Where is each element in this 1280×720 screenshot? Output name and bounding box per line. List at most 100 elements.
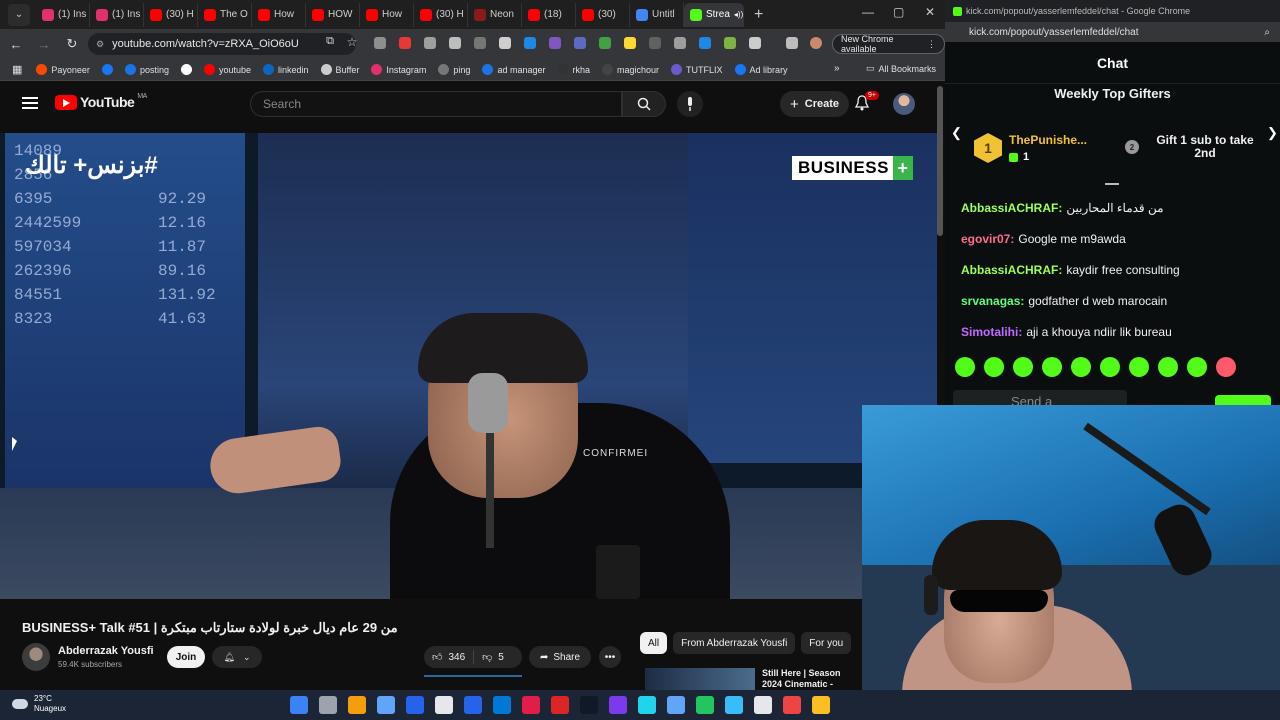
tab-search-button[interactable]: ⌄ xyxy=(8,3,30,26)
filter-chip[interactable]: From Abderrazak Yousfi xyxy=(673,632,796,654)
taskbar-app-icon[interactable] xyxy=(290,696,308,714)
emote-icon[interactable] xyxy=(1216,357,1236,377)
taskbar-app-icon[interactable] xyxy=(783,696,801,714)
taskbar-app-icon[interactable] xyxy=(348,696,366,714)
emote-icon[interactable] xyxy=(1129,357,1149,377)
bookmark-item[interactable]: rkha xyxy=(557,64,590,75)
chat-username[interactable]: Simotalihi: xyxy=(961,325,1022,339)
apps-grid-icon[interactable]: ▦ xyxy=(12,63,22,76)
bookmark-item[interactable]: Payoneer xyxy=(36,64,90,75)
zoom-icon[interactable]: ⌕ xyxy=(1264,27,1270,38)
extension-icon[interactable] xyxy=(424,37,436,49)
browser-tab[interactable]: The O xyxy=(198,2,252,27)
browser-tab[interactable]: Strea◂))✕ xyxy=(684,2,744,27)
menu-icon[interactable] xyxy=(22,97,38,109)
side-panel-icon[interactable] xyxy=(786,37,798,49)
account-avatar[interactable] xyxy=(893,93,915,115)
browser-tab[interactable]: HOW xyxy=(306,2,360,27)
search-input[interactable]: Search xyxy=(250,91,622,117)
subscription-bell-button[interactable]: 🔔︎ ⌄ xyxy=(212,646,262,668)
emote-icon[interactable] xyxy=(1042,357,1062,377)
bookmark-item[interactable]: posting xyxy=(124,64,169,75)
search-button[interactable] xyxy=(622,91,666,117)
extension-icon[interactable] xyxy=(399,37,411,49)
extensions-puzzle-icon[interactable] xyxy=(749,37,761,49)
extension-icon[interactable] xyxy=(574,37,586,49)
channel-avatar[interactable] xyxy=(22,643,50,671)
taskbar-app-icon[interactable] xyxy=(754,696,772,714)
bookmark-item[interactable]: Buffer xyxy=(320,64,359,75)
taskbar-app-icon[interactable] xyxy=(580,696,598,714)
chat-username[interactable]: egovir07: xyxy=(961,232,1014,246)
reload-icon[interactable]: ↻ xyxy=(60,36,84,52)
taskbar-app-icon[interactable] xyxy=(377,696,395,714)
bookmark-item[interactable]: Instagram xyxy=(371,64,426,75)
browser-tab[interactable]: (30) H xyxy=(144,2,198,27)
taskbar-app-icon[interactable] xyxy=(551,696,569,714)
minimize-icon[interactable]: — xyxy=(862,5,874,19)
profile-icon[interactable] xyxy=(810,37,822,49)
bookmark-item[interactable] xyxy=(101,64,113,75)
more-actions-icon[interactable]: ••• xyxy=(599,646,621,668)
dislike-button[interactable]: 👎︎ 5 xyxy=(474,651,512,664)
create-button[interactable]: + Create xyxy=(780,91,850,117)
recommended-thumbnail[interactable] xyxy=(645,668,755,690)
taskbar-app-icon[interactable] xyxy=(406,696,424,714)
taskbar-app-icon[interactable] xyxy=(319,696,337,714)
bookmark-item[interactable] xyxy=(180,64,192,75)
chat-username[interactable]: AbbassiACHRAF: xyxy=(961,201,1062,215)
voice-search-button[interactable] xyxy=(677,91,703,117)
chat-username[interactable]: AbbassiACHRAF: xyxy=(961,263,1062,277)
bookmark-item[interactable]: TUTFLIX xyxy=(671,64,723,75)
taskbar-app-icon[interactable] xyxy=(609,696,627,714)
update-chrome-button[interactable]: New Chrome available ⋮ xyxy=(832,34,945,54)
emote-icon[interactable] xyxy=(1187,357,1207,377)
chat-username[interactable]: srvanagas: xyxy=(961,294,1024,308)
bookmark-item[interactable]: magichour xyxy=(602,64,659,75)
browser-tab[interactable]: How xyxy=(252,2,306,27)
emote-icon[interactable] xyxy=(984,357,1004,377)
like-button[interactable]: 👍︎ 346 xyxy=(424,650,475,664)
omnibox[interactable]: ⚙ youtube.com/watch?v=zRXA_OiO6oU xyxy=(88,33,356,55)
taskbar-app-icon[interactable] xyxy=(522,696,540,714)
extension-icon[interactable] xyxy=(549,37,561,49)
chevron-left-icon[interactable]: ❮ xyxy=(951,125,962,141)
chevron-right-icon[interactable]: ❯ xyxy=(1267,125,1278,141)
taskbar-app-icon[interactable] xyxy=(696,696,714,714)
filter-chip[interactable]: All xyxy=(640,632,668,654)
extension-icon[interactable] xyxy=(649,37,661,49)
video-player[interactable]: 14089 2856 6395 2442599 597034 262396 84551 832… xyxy=(0,133,937,599)
all-bookmarks-button[interactable]: ▭ All Bookmarks xyxy=(866,63,936,74)
bookmark-item[interactable]: ping xyxy=(438,64,470,75)
browser-tab[interactable]: Untitl xyxy=(630,2,684,27)
browser-tab[interactable]: (30) xyxy=(576,2,630,27)
bookmark-item[interactable]: youtube xyxy=(203,64,251,75)
extension-icon[interactable] xyxy=(624,37,636,49)
weather-widget[interactable]: 23°C Nuageux xyxy=(12,694,66,714)
extension-icon[interactable] xyxy=(674,37,686,49)
forward-icon[interactable]: → xyxy=(32,37,56,52)
browser-tab[interactable]: (18) xyxy=(522,2,576,27)
extension-icon[interactable] xyxy=(499,37,511,49)
extension-icon[interactable] xyxy=(449,37,461,49)
emote-icon[interactable] xyxy=(1071,357,1091,377)
emote-icon[interactable] xyxy=(1013,357,1033,377)
bookmark-star-icon[interactable]: ☆ xyxy=(340,35,364,49)
bookmark-item[interactable]: ad manager xyxy=(482,64,545,75)
recommended-title[interactable]: Still Here | Season 2024 Cinematic - Lea… xyxy=(762,668,862,690)
taskbar-app-icon[interactable] xyxy=(493,696,511,714)
page-scrollbar[interactable] xyxy=(937,86,943,236)
audio-playing-icon[interactable]: ◂)) xyxy=(734,10,743,19)
filter-chip[interactable]: For you xyxy=(801,632,852,654)
install-icon[interactable]: ⧉ xyxy=(318,35,342,48)
taskbar-app-icon[interactable] xyxy=(725,696,743,714)
extension-icon[interactable] xyxy=(474,37,486,49)
browser-tab[interactable]: (30) H xyxy=(414,2,468,27)
emote-icon[interactable] xyxy=(1158,357,1178,377)
browser-tab[interactable]: Neon xyxy=(468,2,522,27)
browser-tab[interactable]: (1) Ins xyxy=(36,2,90,27)
taskbar-app-icon[interactable] xyxy=(812,696,830,714)
bookmark-item[interactable]: linkedin xyxy=(263,64,309,75)
emote-icon[interactable] xyxy=(955,357,975,377)
channel-name[interactable]: Abderrazak Yousfi xyxy=(58,645,154,657)
